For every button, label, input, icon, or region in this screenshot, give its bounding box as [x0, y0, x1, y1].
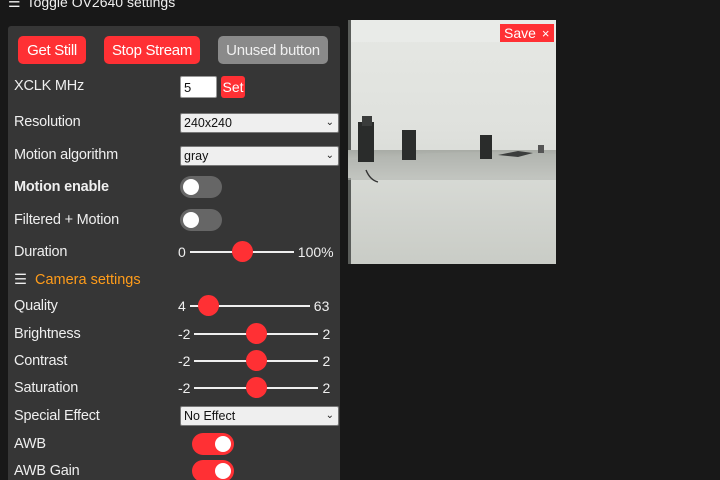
- toggle-knob: [183, 212, 199, 228]
- special-effect-label: Special Effect: [14, 408, 100, 424]
- resolution-label: Resolution: [14, 114, 81, 130]
- slider-thumb[interactable]: [246, 377, 268, 398]
- duration-row: Duration 0 100%: [14, 240, 334, 264]
- slider-thumb[interactable]: [246, 323, 268, 344]
- motion-algorithm-value: gray: [184, 149, 209, 163]
- button-row: Get Still Stop Stream Unused button: [18, 36, 328, 64]
- brightness-row: Brightness -2 2: [14, 322, 334, 346]
- awb-gain-row: AWB Gain: [14, 459, 334, 480]
- special-effect-row: Special Effect No Effect ⌄: [14, 404, 339, 428]
- slider-thumb[interactable]: [246, 350, 268, 371]
- chevron-down-icon: ⌄: [325, 150, 334, 161]
- motion-enable-toggle[interactable]: [180, 176, 222, 198]
- save-label[interactable]: Save: [504, 25, 536, 41]
- toggle-knob: [215, 436, 231, 452]
- toggle-knob: [183, 179, 199, 195]
- special-effect-value: No Effect: [184, 409, 236, 423]
- contrast-slider[interactable]: -2 2: [178, 349, 330, 373]
- saturation-min: -2: [178, 380, 191, 396]
- saturation-max: 2: [322, 380, 331, 396]
- motion-enable-row: Motion enable: [14, 175, 334, 199]
- special-effect-select[interactable]: No Effect ⌄: [180, 406, 339, 426]
- save-button[interactable]: Save ×: [500, 24, 554, 42]
- awb-toggle[interactable]: [192, 433, 234, 455]
- motion-algorithm-select[interactable]: gray ⌄: [180, 146, 339, 166]
- contrast-row: Contrast -2 2: [14, 349, 334, 373]
- filtered-motion-row: Filtered + Motion: [14, 208, 334, 232]
- xclk-input[interactable]: 5: [180, 76, 217, 98]
- resolution-row: Resolution 240x240 ⌄: [14, 110, 339, 134]
- awb-gain-toggle[interactable]: [192, 460, 234, 480]
- quality-max: 63: [313, 298, 330, 314]
- resolution-value: 240x240: [184, 116, 232, 130]
- quality-row: Quality 4 63: [14, 294, 334, 318]
- unused-button[interactable]: Unused button: [218, 36, 328, 64]
- motion-algorithm-row: Motion algorithm gray ⌄: [14, 143, 339, 167]
- brightness-slider[interactable]: -2 2: [178, 322, 330, 346]
- chevron-down-icon: ⌄: [325, 117, 334, 128]
- stop-stream-button[interactable]: Stop Stream: [104, 36, 200, 64]
- close-icon[interactable]: ×: [542, 26, 550, 41]
- xclk-set-button[interactable]: Set: [221, 76, 245, 98]
- camera-settings-toggle[interactable]: ☰ Camera settings: [14, 272, 141, 288]
- brightness-min: -2: [178, 326, 191, 342]
- saturation-slider[interactable]: -2 2: [178, 376, 330, 400]
- menu-icon[interactable]: ☰: [8, 0, 21, 11]
- saturation-row: Saturation -2 2: [14, 376, 334, 400]
- filtered-motion-label: Filtered + Motion: [14, 212, 119, 228]
- quality-min: 4: [178, 298, 186, 314]
- slider-track[interactable]: [194, 377, 319, 398]
- awb-row: AWB: [14, 432, 334, 456]
- contrast-min: -2: [178, 353, 191, 369]
- stream-preview: [348, 20, 556, 264]
- slider-thumb[interactable]: [197, 295, 219, 316]
- menu-icon[interactable]: ☰: [14, 272, 27, 288]
- awb-gain-label: AWB Gain: [14, 463, 80, 479]
- quality-slider[interactable]: 4 63: [178, 294, 329, 318]
- slider-thumb[interactable]: [231, 241, 253, 262]
- brightness-max: 2: [322, 326, 331, 342]
- settings-panel: Get Still Stop Stream Unused button XCLK…: [8, 26, 340, 480]
- awb-label: AWB: [14, 436, 46, 452]
- xclk-row: XCLK MHz 5 Set: [14, 74, 334, 98]
- camera-settings-label[interactable]: Camera settings: [35, 272, 141, 288]
- xclk-label: XCLK MHz: [14, 78, 85, 94]
- toggle-knob: [215, 463, 231, 479]
- duration-max: 100%: [297, 244, 334, 260]
- motion-algorithm-label: Motion algorithm: [14, 147, 118, 163]
- motion-enable-label: Motion enable: [14, 179, 109, 195]
- resolution-select[interactable]: 240x240 ⌄: [180, 113, 339, 133]
- slider-track[interactable]: [194, 350, 319, 371]
- slider-track[interactable]: [194, 323, 319, 344]
- duration-slider[interactable]: 0 100%: [178, 240, 334, 264]
- quality-label: Quality: [14, 298, 58, 314]
- camera-frame-image: [348, 20, 556, 264]
- duration-label: Duration: [14, 244, 68, 260]
- filtered-motion-toggle[interactable]: [180, 209, 222, 231]
- brightness-label: Brightness: [14, 326, 81, 342]
- chevron-down-icon: ⌄: [325, 410, 334, 421]
- slider-track[interactable]: [189, 241, 294, 262]
- duration-min: 0: [178, 244, 186, 260]
- contrast-max: 2: [322, 353, 331, 369]
- contrast-label: Contrast: [14, 353, 68, 369]
- header-title[interactable]: Toggle OV2640 settings: [27, 0, 176, 10]
- get-still-button[interactable]: Get Still: [18, 36, 86, 64]
- saturation-label: Saturation: [14, 380, 79, 396]
- slider-track[interactable]: [189, 295, 310, 316]
- header[interactable]: ☰ Toggle OV2640 settings: [8, 0, 175, 11]
